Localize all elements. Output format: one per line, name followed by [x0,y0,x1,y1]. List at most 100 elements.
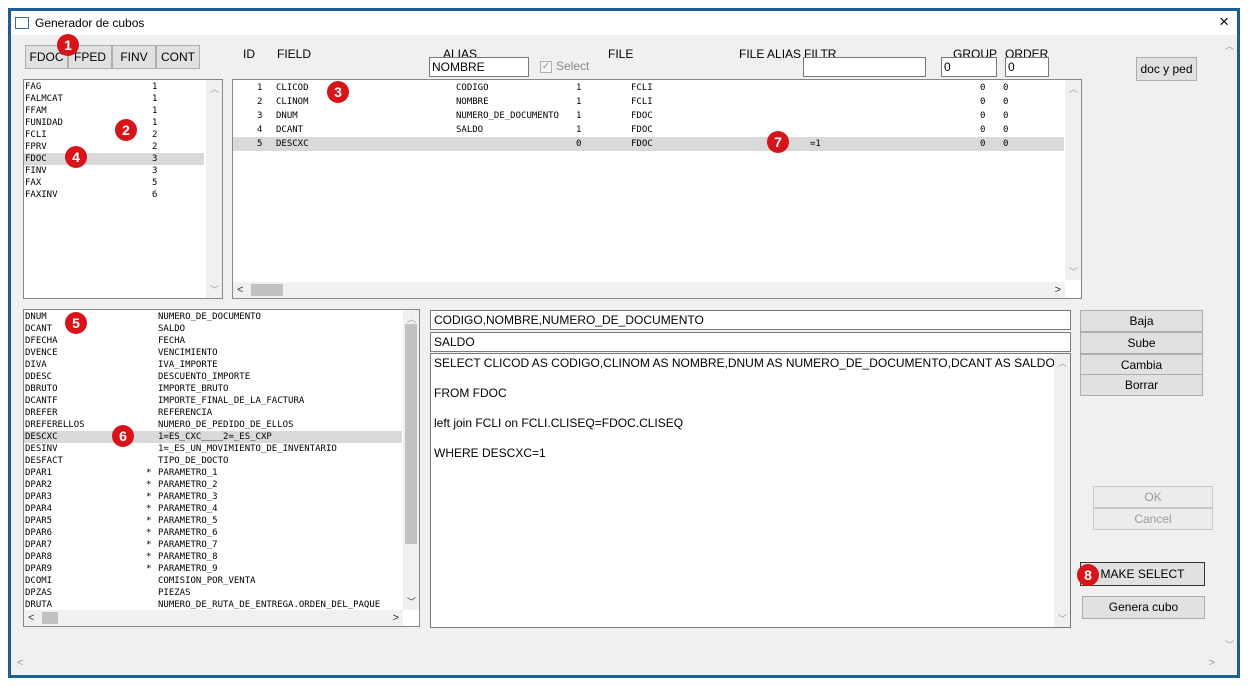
file-list-item[interactable]: FUNIDAD 1 [24,117,204,129]
grid-n: 1 [576,111,582,121]
fields-grid[interactable]: 1 CLICOD CODIGO 1 FCLI 0 0 2 CLINOM NOMBRE 1 FCLI 0 0… [232,79,1082,299]
field-list-item[interactable]: DCANTF IMPORTE_FINAL_DE_LA_FACTURA [24,395,402,407]
file-name: FDOC [25,154,47,164]
grid-field: DESCXC [276,139,309,149]
field-list-item[interactable]: DPAR5 * PARAMETRO_5 [24,515,402,527]
field-list-item[interactable]: DDESC DESCUENTO_IMPORTE [24,371,402,383]
field-list-item[interactable]: DVENCE VENCIMIENTO [24,347,402,359]
file-name: FFAM [25,106,47,116]
files-list[interactable]: FAG 1 FALMCAT 1 FFAM 1 FUNIDAD 1 FCLI 2 FPRV 2 FDOC 3… [23,79,223,299]
field-list-item[interactable]: DCOMI COMISION_POR_VENTA [24,575,402,587]
file-list-item[interactable]: FCLI 2 [24,129,204,141]
genera-cubo-button[interactable]: Genera cubo [1082,596,1205,619]
field-name: DREFERELLOS [25,420,85,430]
grid-row[interactable]: 3 DNUM NUMERO_DE_DOCUMENTO 1 FDOC 0 0 [233,109,1064,123]
grid-file: FDOC [631,111,653,121]
grid-file: FCLI [631,83,653,93]
field-list-item[interactable]: DFECHA FECHA [24,335,402,347]
file-list-item[interactable]: FPRV 2 [24,141,204,153]
grid-group: 0 [980,97,986,107]
badge-7: 7 [767,131,789,153]
select-fields-text[interactable]: CODIGO,NOMBRE,NUMERO_DE_DOCUMENTO [430,310,1071,330]
file-list-item[interactable]: FAX 5 [24,177,204,189]
badge-6: 6 [112,425,134,447]
field-list-item[interactable]: DPZAS PIEZAS [24,587,402,599]
files-list-scrollbar[interactable]: ︿ ﹀ [206,80,222,298]
field-list-item[interactable]: DPAR8 * PARAMETRO_8 [24,551,402,563]
title-bar: Generador de cubos × [11,11,1237,35]
field-list-item[interactable]: DIVA IVA_IMPORTE [24,359,402,371]
sql-line: left join FCLI on FCLI.CLISEQ=FDOC.CLISE… [434,416,684,430]
file-list-item[interactable]: FAXINV 6 [24,189,204,201]
tab-finv[interactable]: FINV [112,45,156,69]
field-list-item[interactable]: DPAR3 * PARAMETRO_3 [24,491,402,503]
grid-alias: NUMERO_DE_DOCUMENTO [456,111,559,121]
fields-hscrollbar[interactable]: < > [24,610,403,626]
available-fields-list[interactable]: DNUM NUMERO_DE_DOCUMENTO DCANT SALDO DFECHA F… [23,309,420,627]
close-icon[interactable]: × [1219,12,1229,32]
field-name: DPAR3 [25,492,53,502]
grid-n: 0 [576,139,582,149]
window-hscrollbar[interactable]: < > [11,655,1221,671]
field-list-item[interactable]: DPAR4 * PARAMETRO_4 [24,503,402,515]
borrar-button[interactable]: Borrar [1080,374,1203,396]
ok-button[interactable]: OK [1093,486,1213,508]
order-input[interactable] [1005,57,1049,77]
badge-8: 8 [1077,564,1099,586]
field-list-item[interactable]: DREFERELLOS NUMERO_DE_PEDIDO_DE_ELLOS [24,419,402,431]
grid-row[interactable]: 2 CLINOM NOMBRE 1 FCLI 0 0 [233,95,1064,109]
field-desc: 1=_ES_UN_MOVIMIENTO_DE_INVENTARIO [158,444,337,454]
file-list-item[interactable]: FDOC 3 [24,153,204,165]
grid-hscrollbar[interactable]: < > [233,282,1065,298]
field-list-item[interactable]: DPAR6 * PARAMETRO_6 [24,527,402,539]
field-desc: IMPORTE_FINAL_DE_LA_FACTURA [158,396,305,406]
grid-row[interactable]: 4 DCANT SALDO 1 FDOC 0 0 [233,123,1064,137]
file-list-item[interactable]: FFAM 1 [24,105,204,117]
cambia-button[interactable]: Cambia [1080,354,1203,376]
file-count: 5 [152,178,158,188]
file-list-item[interactable]: FINV 3 [24,165,204,177]
window-vscrollbar[interactable]: ︿ ﹀ [1221,35,1237,655]
field-list-item[interactable]: DPAR9 * PARAMETRO_9 [24,563,402,575]
select-label: Select [556,59,590,73]
file-list-item[interactable]: FALMCAT 1 [24,93,204,105]
field-name: DPZAS [25,588,53,598]
grid-vscrollbar[interactable]: ︿ ﹀ [1065,80,1081,280]
tab-cont[interactable]: CONT [156,45,200,69]
grid-n: 1 [576,83,582,93]
grid-order: 0 [1003,83,1009,93]
fields-vscrollbar[interactable]: ︿ ﹀ [403,310,419,610]
field-list-item[interactable]: DPAR1 * PARAMETRO_1 [24,467,402,479]
alias-input[interactable] [429,57,529,77]
group-input[interactable] [941,57,997,77]
select-checkbox[interactable]: ✓ [540,61,552,73]
field-star: * [146,540,152,550]
field-list-item[interactable]: DPAR7 * PARAMETRO_7 [24,539,402,551]
header-file-alias: FILE ALIAS [739,47,802,61]
field-name: DPAR5 [25,516,53,526]
window-frame: Generador de cubos × FDOC FPED FINV CONT… [8,8,1240,678]
field-list-item[interactable]: DESCXC 1=ES_CXC____2=_ES_CXP [24,431,402,443]
sql-scrollbar[interactable]: ︿ ﹀ [1054,354,1070,627]
file-count: 3 [152,166,158,176]
cancel-button[interactable]: Cancel [1093,508,1213,530]
grid-row[interactable]: 5 DESCXC 0 FDOC =1 0 0 [233,137,1064,151]
doc-y-ped-button[interactable]: doc y ped [1136,57,1197,81]
field-list-item[interactable]: DPAR2 * PARAMETRO_2 [24,479,402,491]
sube-button[interactable]: Sube [1080,332,1203,354]
field-desc: NUMERO_DE_DOCUMENTO [158,312,261,322]
field-desc: PARAMETRO_6 [158,528,218,538]
field-name: DPAR9 [25,564,53,574]
field-list-item[interactable]: DBRUTO IMPORTE_BRUTO [24,383,402,395]
field-star: * [146,516,152,526]
field-list-item[interactable]: DREFER REFERENCIA [24,407,402,419]
field-list-item[interactable]: DESFACT TIPO_DE_DOCTO [24,455,402,467]
baja-button[interactable]: Baja [1080,310,1203,332]
field-list-item[interactable]: DESINV 1=_ES_UN_MOVIMIENTO_DE_INVENTARIO [24,443,402,455]
sql-editor[interactable]: SELECT CLICOD AS CODIGO,CLINOM AS NOMBRE… [430,353,1071,628]
field-desc: DESCUENTO_IMPORTE [158,372,251,382]
file-list-item[interactable]: FAG 1 [24,81,204,93]
grid-row[interactable]: 1 CLICOD CODIGO 1 FCLI 0 0 [233,81,1064,95]
filtr-input[interactable] [803,57,926,77]
saldo-text[interactable]: SALDO [430,332,1071,352]
